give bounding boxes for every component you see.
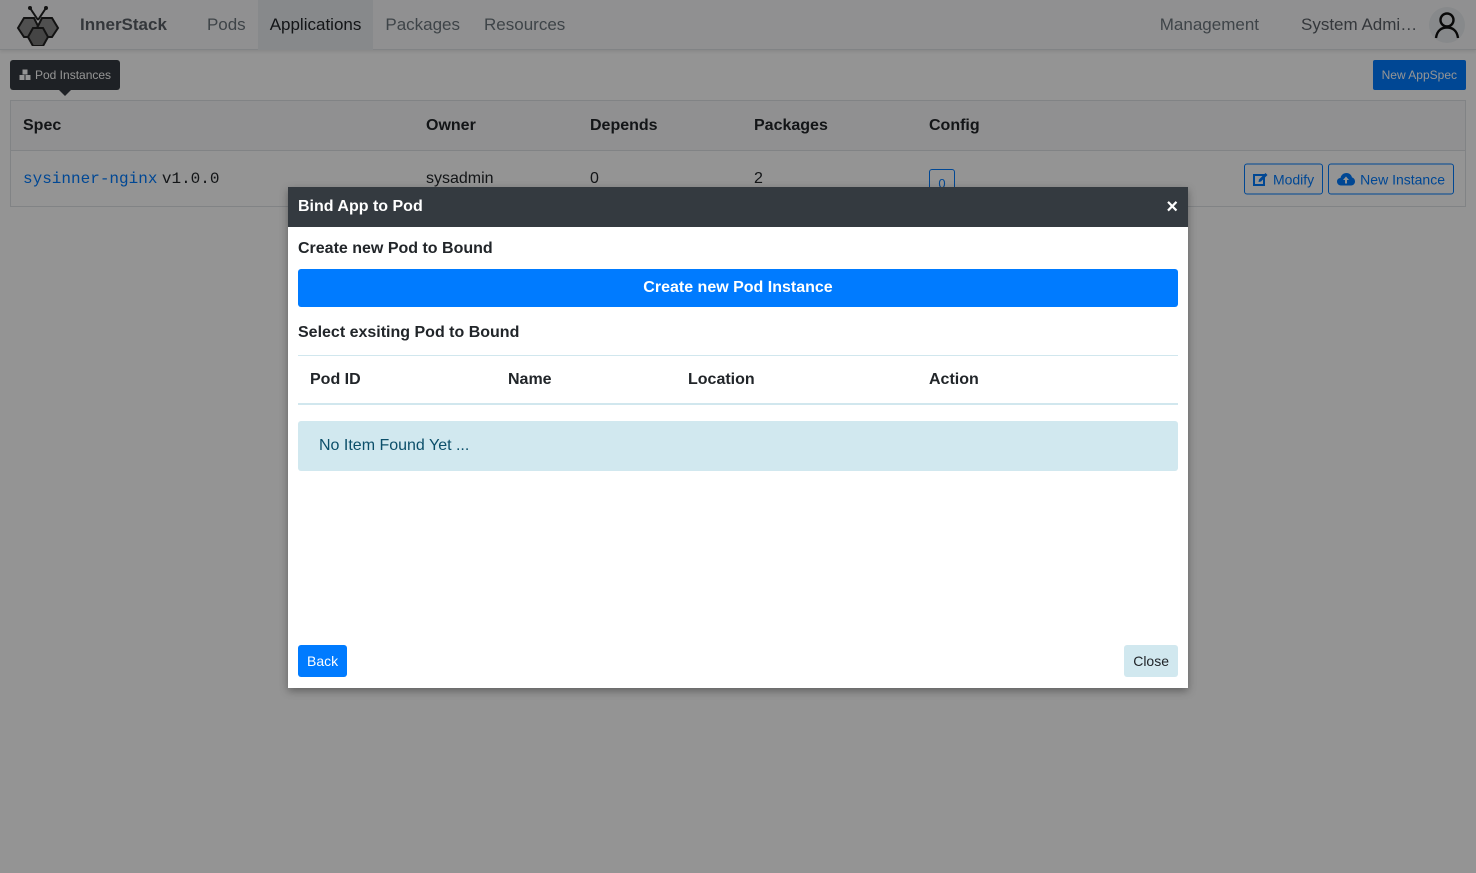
close-icon[interactable]: ×: [1166, 197, 1178, 217]
create-section-title: Create new Pod to Bound: [298, 240, 493, 257]
modal-title: Bind App to Pod: [298, 198, 423, 215]
column-header-location: Location: [688, 370, 755, 388]
empty-state-alert: No Item Found Yet ...: [298, 421, 1178, 471]
select-section-title: Select exsiting Pod to Bound: [298, 324, 520, 341]
column-header-action: Action: [929, 370, 979, 388]
create-pod-instance-button[interactable]: Create new Pod Instance: [298, 269, 1178, 307]
modal-footer: Back Close: [298, 645, 1178, 677]
bind-app-modal: Bind App to Pod × Create new Pod to Boun…: [288, 187, 1188, 688]
modal-header: Bind App to Pod ×: [288, 187, 1188, 227]
pod-table-header: Pod ID Name Location Action: [298, 355, 1178, 405]
close-button[interactable]: Close: [1124, 645, 1178, 677]
column-header-pod-id: Pod ID: [310, 370, 361, 388]
back-button[interactable]: Back: [298, 645, 348, 677]
modal-body: Create new Pod to Bound Create new Pod I…: [288, 240, 1188, 471]
column-header-name: Name: [508, 370, 552, 388]
